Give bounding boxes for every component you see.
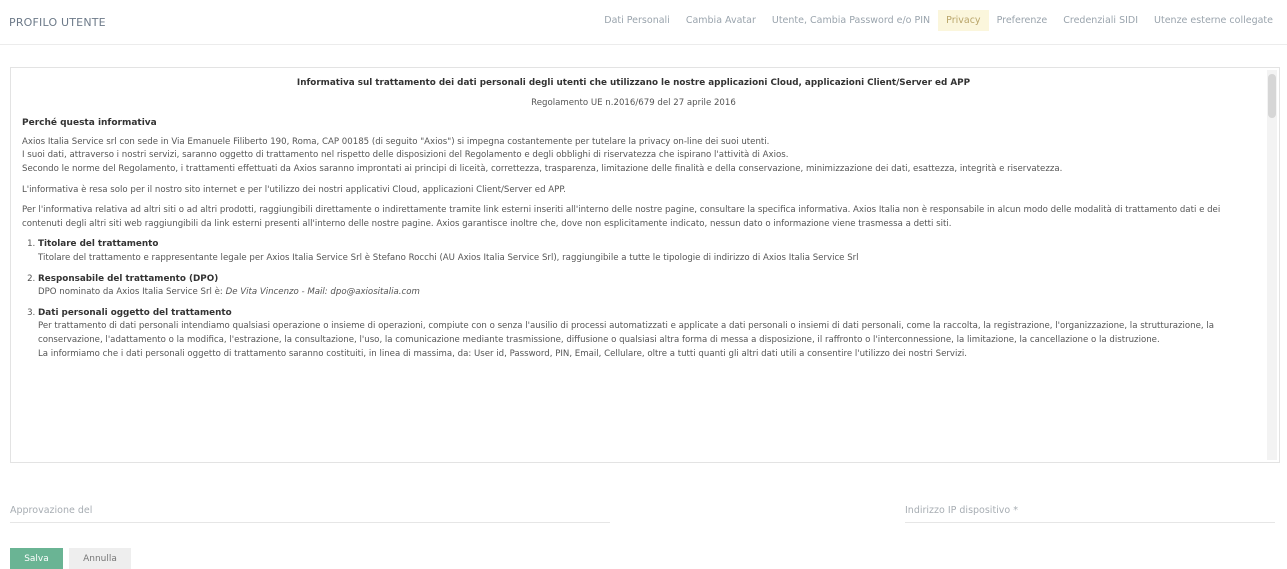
list-item-title: Dati personali oggetto del trattamento	[38, 307, 232, 318]
list-item: Responsabile del trattamento (DPO) DPO n…	[38, 273, 1245, 300]
privacy-document[interactable]: Informativa sul trattamento dei dati per…	[10, 67, 1280, 463]
ip-field-underline	[905, 522, 1275, 523]
list-item-title: Titolare del trattamento	[38, 239, 159, 250]
privacy-sections-list: Titolare del trattamento Titolare del tr…	[22, 238, 1245, 361]
paragraph: Per l'informativa relativa ad altri siti…	[22, 205, 1221, 229]
dpo-contact: De Vita Vincenzo - Mail: dpo@axiositalia…	[225, 287, 420, 298]
tab-credenziali-sidi[interactable]: Credenziali SIDI	[1055, 10, 1146, 31]
header-bar: PROFILO UTENTE Dati Personali Cambia Ava…	[0, 0, 1287, 45]
paragraph: Axios Italia Service srl con sede in Via…	[22, 136, 770, 147]
list-item-text: Titolare del trattamento e rappresentant…	[38, 252, 859, 263]
list-item-text: DPO nominato da Axios Italia Service Srl…	[38, 287, 223, 298]
tab-utenze-esterne[interactable]: Utenze esterne collegate	[1146, 10, 1281, 31]
list-item-text: Per trattamento di dati personali intend…	[38, 321, 1215, 345]
list-item-text: La informiamo che i dati personali ogget…	[38, 348, 968, 359]
page-title: PROFILO UTENTE	[9, 16, 106, 29]
section-heading: Perché questa informativa	[22, 118, 157, 129]
approval-field-underline	[10, 522, 610, 523]
paragraph: L'informativa è resa solo per il nostro …	[22, 184, 566, 195]
privacy-document-content: Informativa sul trattamento dei dati per…	[11, 68, 1279, 361]
tab-privacy[interactable]: Privacy	[938, 9, 989, 31]
list-item: Dati personali oggetto del trattamento P…	[38, 307, 1245, 361]
tab-preferenze[interactable]: Preferenze	[989, 10, 1056, 31]
save-button[interactable]: Salva	[10, 548, 63, 569]
document-title: Informativa sul trattamento dei dati per…	[296, 78, 971, 88]
paragraph: Secondo le norme del Regolamento, i trat…	[22, 163, 1063, 174]
profile-tabs: Dati Personali Cambia Avatar Utente, Cam…	[596, 8, 1281, 32]
scrollbar-thumb[interactable]	[1268, 74, 1276, 118]
document-subtitle: Regolamento UE n.2016/679 del 27 aprile …	[531, 97, 736, 108]
cancel-button[interactable]: Annulla	[69, 548, 131, 569]
document-scrollbar[interactable]	[1267, 70, 1277, 460]
tab-cambia-avatar[interactable]: Cambia Avatar	[678, 10, 764, 31]
tab-dati-personali[interactable]: Dati Personali	[596, 10, 678, 31]
list-item-title: Responsabile del trattamento (DPO)	[38, 273, 219, 284]
ip-address-field[interactable]: Indirizzo IP dispositivo *	[905, 505, 1018, 516]
paragraph: I suoi dati, attraverso i nostri servizi…	[22, 150, 789, 161]
approval-date-field[interactable]: Approvazione del	[10, 505, 92, 516]
list-item: Titolare del trattamento Titolare del tr…	[38, 238, 1245, 265]
tab-cambia-password[interactable]: Utente, Cambia Password e/o PIN	[764, 10, 938, 31]
